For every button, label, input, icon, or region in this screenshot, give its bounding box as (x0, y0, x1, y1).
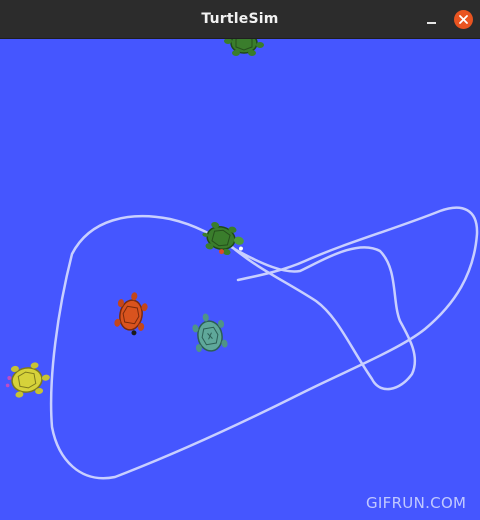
turtle-orange[interactable] (113, 290, 150, 337)
close-icon (459, 15, 468, 24)
window-title: TurtleSim (201, 11, 279, 27)
minimize-icon (427, 22, 436, 24)
turtlesim-canvas (0, 39, 480, 520)
title-bar[interactable]: TurtleSim (0, 0, 480, 39)
watermark: GIFRUN.COM (366, 494, 467, 512)
close-button[interactable] (454, 10, 473, 29)
turtle-teal[interactable] (190, 311, 228, 354)
turtlesim-window: TurtleSim GIFRUN.COM (0, 0, 480, 520)
turtle-trail (49, 206, 479, 480)
turtle-green-top[interactable] (224, 39, 264, 56)
scene (3, 39, 479, 480)
turtle-yellow[interactable] (3, 360, 53, 399)
minimize-button[interactable] (421, 9, 441, 29)
